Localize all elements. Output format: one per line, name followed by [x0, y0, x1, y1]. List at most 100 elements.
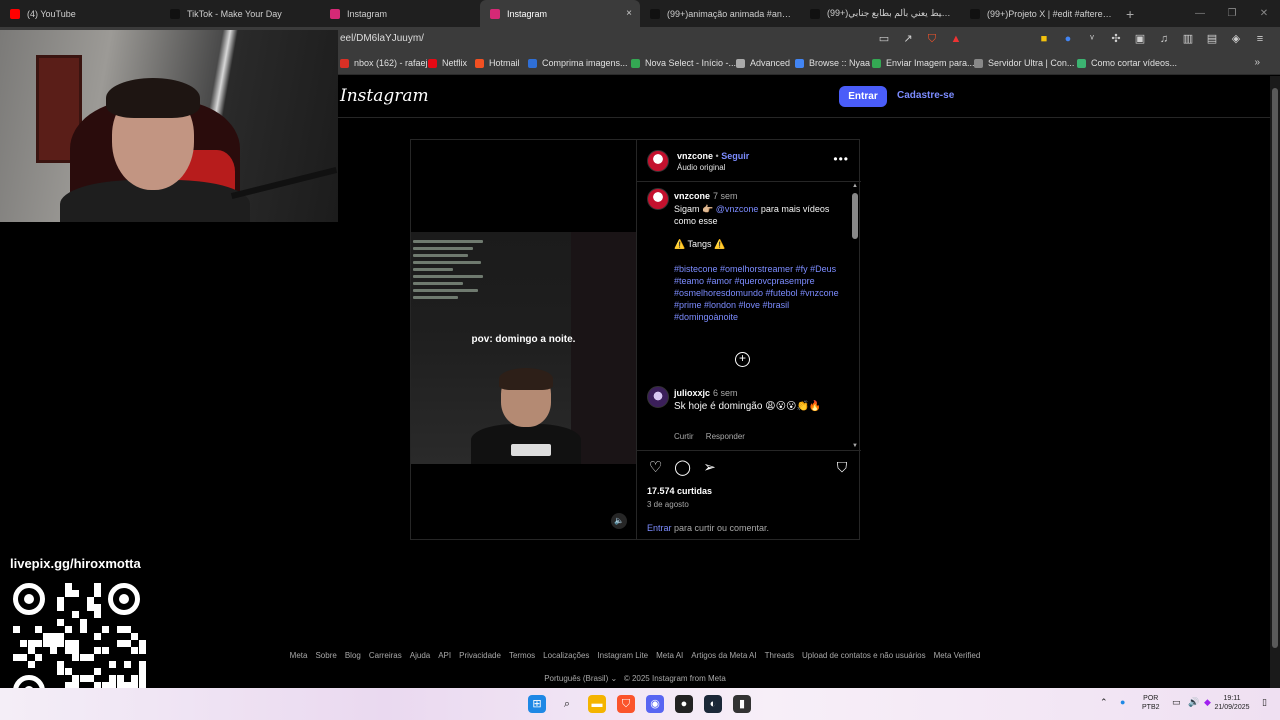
close-window-icon[interactable]: ✕ [1248, 0, 1280, 27]
footer-link[interactable]: Sobre [315, 651, 336, 660]
close-tab-icon[interactable]: × [626, 8, 632, 19]
share-icon[interactable]: ↗ [900, 31, 916, 47]
footer-link[interactable]: Meta Verified [934, 651, 981, 660]
scroll-up-icon[interactable]: ▲ [852, 183, 858, 189]
browser-tab[interactable]: (99+)بسيط يعني بألم بطابع جنابي | Sk [800, 0, 960, 27]
language-selector[interactable]: Português (Brasil) [544, 674, 608, 683]
caption-avatar[interactable] [647, 188, 669, 210]
clock[interactable]: 19:11 21/09/2025 [1210, 694, 1254, 712]
minimize-icon[interactable]: — [1184, 0, 1216, 27]
restore-icon[interactable]: ❐ [1216, 0, 1248, 27]
file-explorer-icon[interactable]: ▬ [588, 695, 606, 713]
puzzle-icon[interactable]: ✣ [1108, 31, 1124, 47]
load-more-comments-icon[interactable]: + [735, 352, 750, 367]
caption-mention-link[interactable]: @vnzcone [716, 204, 759, 214]
extension-icon[interactable]: ■ [1036, 31, 1052, 47]
footer-link[interactable]: Artigos da Meta AI [691, 651, 756, 660]
more-options-icon[interactable]: ••• [833, 152, 849, 166]
tray-chevron-icon[interactable]: ⌃ [1100, 698, 1108, 707]
network-icon[interactable]: ▭ [1172, 698, 1181, 707]
extension-icon[interactable]: ● [1060, 31, 1076, 47]
bookmark-item[interactable]: Nova Select - Início -... [631, 58, 736, 68]
browser-tab[interactable]: Instagram × [480, 0, 640, 27]
browser-tab[interactable]: Instagram [320, 0, 480, 27]
bookmark-item[interactable]: Servidor Ultra | Con... [974, 58, 1074, 68]
extension-icon[interactable]: ᵛ [1084, 31, 1100, 47]
browser-tab[interactable]: TikTok - Make Your Day [160, 0, 320, 27]
commenter-username[interactable]: julioxxjc [674, 388, 710, 398]
app-icon[interactable]: ▮ [733, 695, 751, 713]
footer-link[interactable]: API [438, 651, 451, 660]
page-scrollbar-thumb[interactable] [1272, 88, 1278, 648]
login-button[interactable]: Entrar [839, 86, 887, 107]
footer-link[interactable]: Blog [345, 651, 361, 660]
discord-icon[interactable]: ◉ [646, 695, 664, 713]
bookmark-item[interactable]: Comprima imagens... [528, 58, 628, 68]
footer-link[interactable]: Upload de contatos e não usuários [802, 651, 926, 660]
scroll-down-icon[interactable]: ▼ [852, 443, 858, 449]
comment-reply-button[interactable]: Responder [706, 432, 745, 441]
more-bookmarks-icon[interactable]: » [1254, 57, 1260, 68]
footer-link[interactable]: Meta AI [656, 651, 683, 660]
footer-link[interactable]: Ajuda [410, 651, 430, 660]
author-username[interactable]: vnzcone [677, 151, 713, 161]
login-prompt-link[interactable]: Entrar [647, 523, 672, 533]
input-language[interactable]: POR PTB2 [1142, 694, 1160, 712]
bookmark-item[interactable]: Netflix [428, 58, 467, 68]
likes-count[interactable]: 17.574 curtidas [647, 486, 712, 496]
start-icon[interactable]: ⊞ [528, 695, 546, 713]
save-icon[interactable]: ⛉ [835, 459, 849, 476]
footer-link[interactable]: Termos [509, 651, 535, 660]
commenter-avatar[interactable] [647, 386, 669, 408]
bookmark-item[interactable]: Como cortar vídeos... [1077, 58, 1177, 68]
share-icon[interactable]: ➢ [701, 459, 718, 476]
signup-link[interactable]: Cadastre-se [897, 90, 954, 101]
follow-button[interactable]: Seguir [721, 151, 749, 161]
footer-link[interactable]: Threads [765, 651, 794, 660]
page-scrollbar[interactable] [1270, 76, 1280, 688]
browser-tab[interactable]: (99+)Projeto X | #edit #aftereffects [960, 0, 1120, 27]
heart-icon[interactable]: ♡ [647, 459, 664, 476]
volume-tray-icon[interactable]: 🔊 [1188, 698, 1199, 707]
wallet-icon[interactable]: ▤ [1204, 31, 1220, 47]
footer-link[interactable]: Localizações [543, 651, 589, 660]
comments-scrollbar[interactable]: ▲ ▼ [851, 183, 859, 449]
brave-browser-icon[interactable]: ⛉ [617, 695, 635, 713]
new-tab-button[interactable]: + [1126, 6, 1134, 22]
cast-icon[interactable]: ▭ [876, 31, 892, 47]
footer-link[interactable]: Meta [290, 651, 308, 660]
comments-scrollbar-thumb[interactable] [852, 193, 858, 239]
extension-icon[interactable]: ▣ [1132, 31, 1148, 47]
caption-hashtags[interactable]: #bistecone #omelhorstreamer #fy #Deus #t… [674, 263, 846, 323]
address-bar[interactable]: eel/DM6laYJuuym/ [340, 33, 424, 44]
caption-username[interactable]: vnzcone [674, 191, 710, 201]
tray-app-icon[interactable]: ● [1120, 698, 1125, 707]
footer-link[interactable]: Carreiras [369, 651, 402, 660]
brave-rewards-icon[interactable]: ▲ [948, 31, 964, 47]
instagram-logo[interactable]: Instagram [340, 86, 429, 106]
steam-icon[interactable]: ◐ [704, 695, 722, 713]
search-icon[interactable]: ⌕ [558, 695, 576, 713]
bookmark-item[interactable]: nbox (162) - rafaej... [340, 58, 435, 68]
chevron-down-icon[interactable]: ⌄ [610, 674, 617, 683]
footer-link[interactable]: Instagram Lite [597, 651, 648, 660]
reel-video[interactable]: pov: domingo a noite. 🔈 [411, 140, 636, 539]
menu-icon[interactable]: ≡ [1252, 31, 1268, 47]
brave-shield-icon[interactable]: ⛉ [924, 31, 940, 47]
footer-link[interactable]: Privacidade [459, 651, 501, 660]
bookmark-item[interactable]: Hotmail [475, 58, 520, 68]
comments-panel[interactable]: vnzcone 7 sem Sigam 👉🏼 @vnzcone para mais… [637, 183, 861, 449]
volume-icon[interactable]: 🔈 [611, 513, 627, 529]
sidebar-icon[interactable]: ▥ [1180, 31, 1196, 47]
browser-tab[interactable]: (4) YouTube [0, 0, 160, 27]
bookmark-item[interactable]: Enviar Imagem para... [872, 58, 975, 68]
media-icon[interactable]: ♫ [1156, 31, 1172, 47]
obs-icon[interactable]: ● [675, 695, 693, 713]
comment-like-button[interactable]: Curtir [674, 432, 694, 441]
browser-tab[interactable]: (99+)animação animada #animation [640, 0, 800, 27]
bookmark-item[interactable]: Browse :: Nyaa [795, 58, 870, 68]
author-avatar[interactable] [647, 150, 669, 172]
notifications-icon[interactable]: ▯ [1262, 698, 1267, 707]
vpn-icon[interactable]: ◈ [1228, 31, 1244, 47]
bookmark-item[interactable]: Advanced [736, 58, 790, 68]
